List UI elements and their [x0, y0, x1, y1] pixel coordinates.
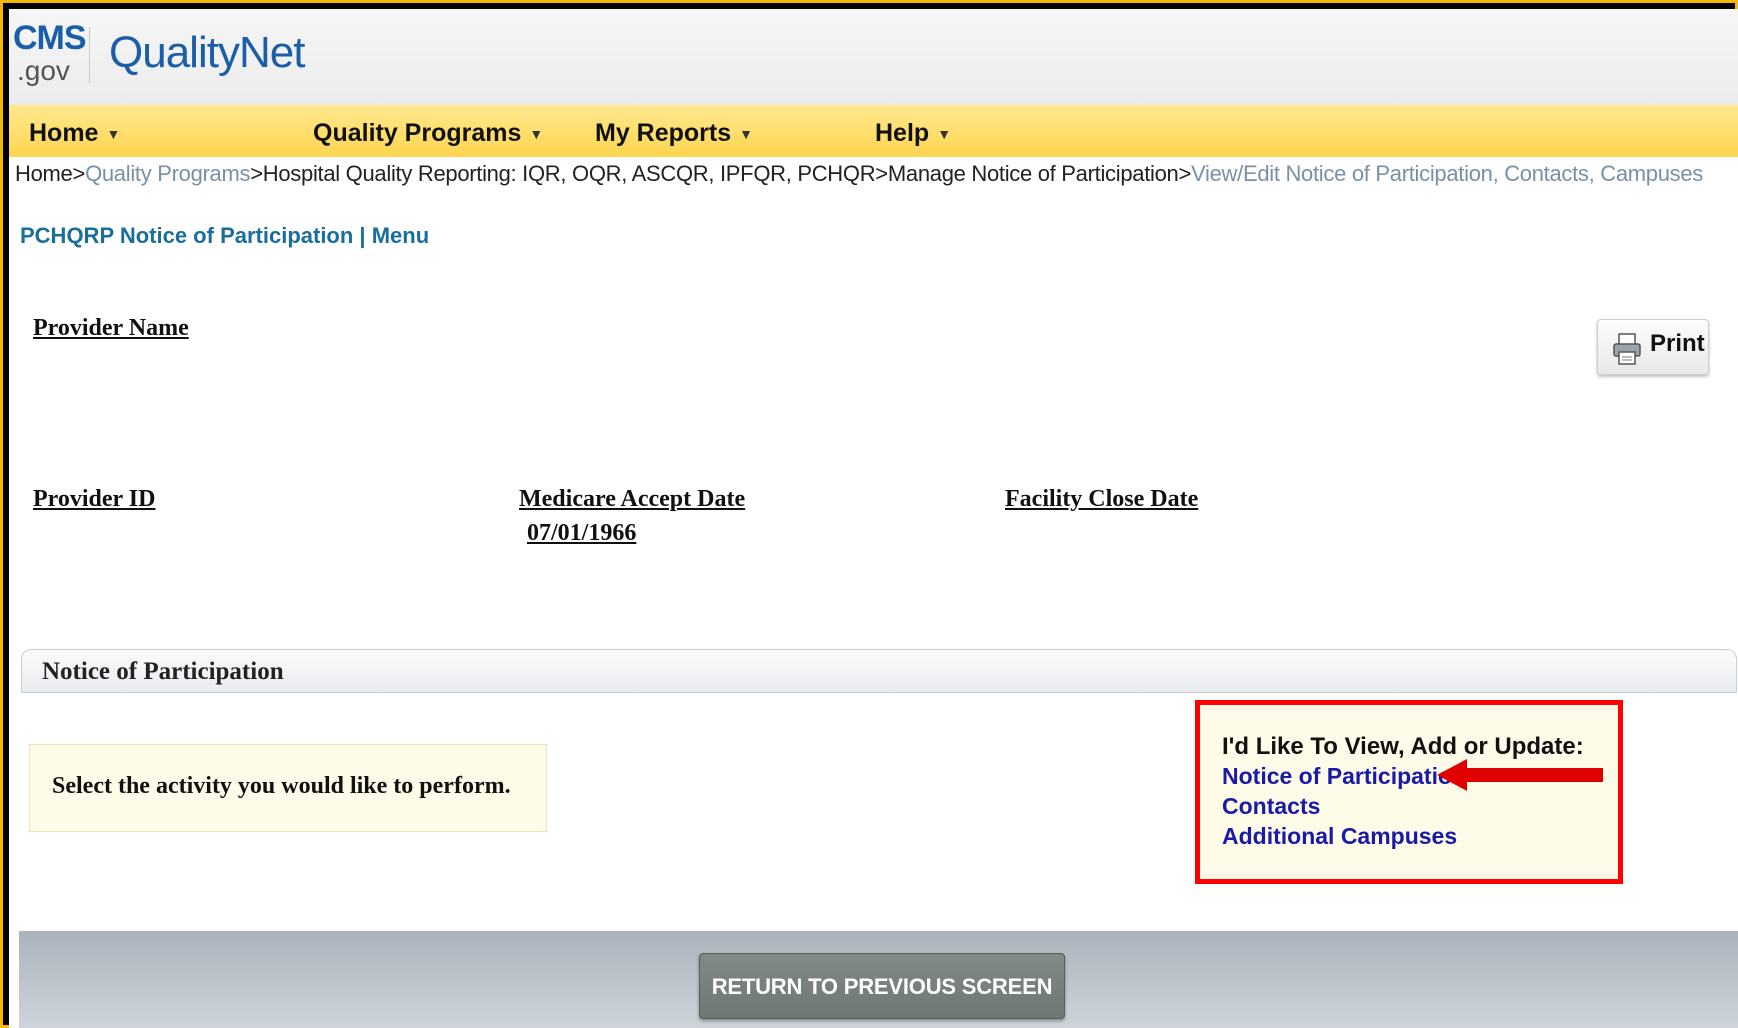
instruction-box: Select the activity you would like to pe… — [29, 744, 547, 832]
nav-quality-programs-label: Quality Programs — [313, 119, 522, 147]
print-button[interactable]: Print — [1597, 319, 1709, 375]
contacts-link[interactable]: Contacts — [1222, 793, 1320, 820]
return-button-label: RETURN TO PREVIOUS SCREEN — [711, 974, 1053, 999]
nav-help-label: Help — [875, 119, 930, 147]
nav-home[interactable]: Home ▼ — [29, 119, 120, 148]
qualitynet-logo[interactable]: QualityNet — [109, 29, 305, 77]
chevron-down-icon: ▼ — [937, 126, 952, 143]
printer-icon — [1613, 333, 1641, 365]
breadcrumb-hospital-quality-reporting[interactable]: Hospital Quality Reporting: IQR, OQR, AS… — [263, 161, 876, 186]
breadcrumb-home[interactable]: Home — [15, 161, 73, 186]
site-header: CMS .gov QualityNet — [9, 9, 1738, 105]
nav-quality-programs[interactable]: Quality Programs ▼ — [313, 119, 543, 148]
panel-header: Notice of Participation — [21, 649, 1737, 693]
panel-title: Notice of Participation — [42, 658, 284, 685]
breadcrumb-separator: > — [72, 161, 86, 186]
action-menu-heading: I'd Like To View, Add or Update: — [1222, 733, 1584, 760]
breadcrumb-quality-programs[interactable]: Quality Programs — [85, 161, 250, 186]
breadcrumb-current-page: View/Edit Notice of Participation, Conta… — [1191, 161, 1703, 186]
breadcrumb-manage-notice[interactable]: Manage Notice of Participation — [888, 161, 1179, 186]
medicare-accept-date-label: Medicare Accept Date — [519, 486, 746, 512]
instruction-text: Select the activity you would like to pe… — [52, 773, 511, 799]
gov-logo-suffix: .gov — [17, 55, 70, 86]
main-nav: Home ▼ Quality Programs ▼ My Reports ▼ Help… — [9, 105, 1738, 157]
breadcrumb-separator: > — [875, 161, 888, 186]
cms-logo[interactable]: CMS — [13, 21, 87, 55]
facility-close-date-label: Facility Close Date — [1005, 486, 1199, 512]
medicare-accept-date-value: 07/01/1966 — [527, 520, 637, 546]
notice-of-participation-link[interactable]: Notice of Participation — [1222, 763, 1466, 790]
chevron-down-icon: ▼ — [739, 126, 753, 143]
nav-help[interactable]: Help ▼ — [875, 119, 951, 148]
provider-id-label: Provider ID — [33, 486, 156, 512]
screenshot-frame: CMS .gov QualityNet Home ▼ Quality Progra… — [0, 0, 1738, 1028]
page-title: PCHQRP Notice of Participation | Menu — [20, 223, 430, 248]
logo-divider — [89, 27, 90, 83]
breadcrumb: Home>Quality Programs>Hospital Quality R… — [15, 161, 1703, 187]
breadcrumb-separator: > — [250, 161, 263, 186]
breadcrumb-separator: > — [1178, 161, 1192, 186]
chevron-down-icon: ▼ — [106, 126, 121, 143]
provider-name-label: Provider Name — [33, 315, 189, 341]
action-menu-box: I'd Like To View, Add or Update: Notice … — [1195, 700, 1623, 884]
nav-my-reports[interactable]: My Reports ▼ — [595, 119, 753, 148]
additional-campuses-link[interactable]: Additional Campuses — [1222, 823, 1457, 850]
print-button-label: Print — [1650, 330, 1705, 357]
browser-page: CMS .gov QualityNet Home ▼ Quality Progra… — [9, 9, 1738, 1028]
nav-my-reports-label: My Reports — [595, 119, 732, 147]
nav-home-label: Home — [29, 119, 99, 147]
arrow-left-icon — [1437, 759, 1603, 791]
chevron-down-icon: ▼ — [529, 126, 544, 143]
return-to-previous-screen-button[interactable]: RETURN TO PREVIOUS SCREEN — [699, 953, 1065, 1019]
